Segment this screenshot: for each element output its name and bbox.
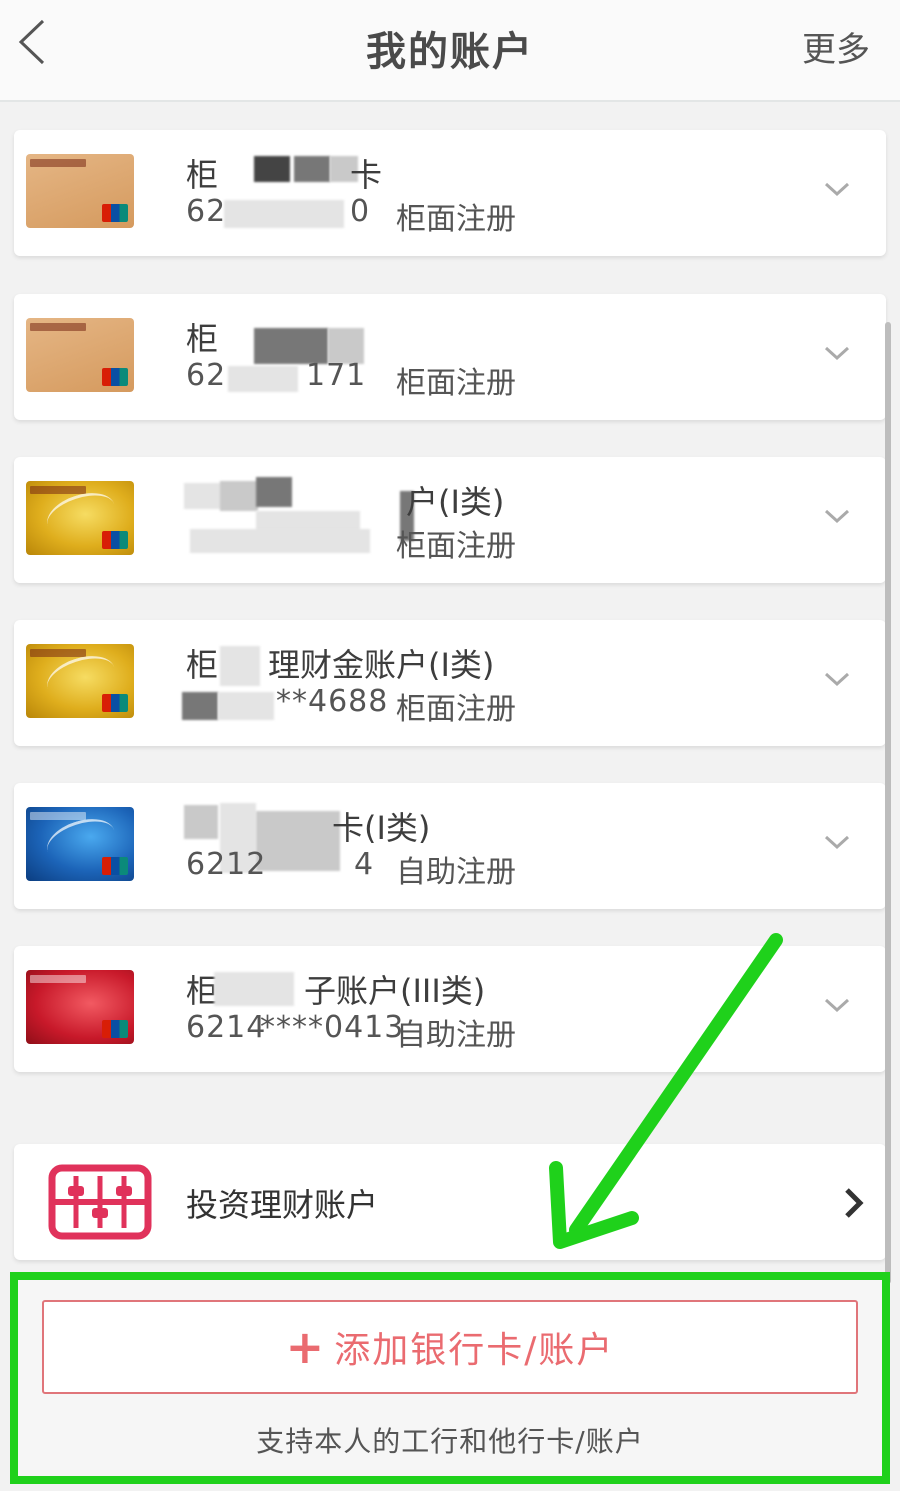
- card-registration: 柜面注册: [396, 366, 516, 401]
- card-number: 62: [186, 194, 227, 229]
- add-bank-card-button[interactable]: + 添加银行卡/账户: [42, 1300, 858, 1394]
- card-number-tail: 0: [350, 194, 371, 229]
- card-registration: 柜面注册: [396, 529, 516, 564]
- card-item-3[interactable]: 户(I类) 柜面注册: [14, 457, 886, 583]
- unionpay-logo: [102, 857, 128, 875]
- card-number-tail: ****0413: [260, 1010, 405, 1045]
- card-image: [26, 154, 134, 228]
- chevron-down-icon[interactable]: [822, 990, 852, 1020]
- card-number-tail: 171: [306, 358, 367, 393]
- investment-account-label: 投资理财账户: [186, 1186, 379, 1224]
- card-image: [26, 970, 134, 1044]
- more-button[interactable]: 更多: [802, 20, 870, 72]
- card-name-tail: 卡(I类): [332, 809, 431, 847]
- card-item-6[interactable]: 柜 子账户(III类) 6214 ****0413 自助注册: [14, 946, 886, 1072]
- card-registration: 自助注册: [396, 1018, 516, 1053]
- unionpay-logo: [102, 1020, 128, 1038]
- card-item-5[interactable]: 卡(I类) 6212 4 自助注册: [14, 783, 886, 909]
- card-name-tail: 子账户(III类): [304, 972, 486, 1010]
- card-item-4[interactable]: 柜 理财金账户(I类) **4688 柜面注册: [14, 620, 886, 746]
- card-number: 6212: [186, 847, 267, 882]
- card-image: [26, 481, 134, 555]
- card-number: 6214: [186, 1010, 267, 1045]
- unionpay-logo: [102, 531, 128, 549]
- chevron-down-icon[interactable]: [822, 174, 852, 204]
- chevron-down-icon[interactable]: [822, 664, 852, 694]
- chevron-down-icon[interactable]: [822, 338, 852, 368]
- abacus-icon: [48, 1164, 152, 1240]
- card-image: [26, 644, 134, 718]
- add-account-hint: 支持本人的工行和他行卡/账户: [256, 1425, 644, 1458]
- card-image: [26, 318, 134, 392]
- chevron-down-icon[interactable]: [822, 501, 852, 531]
- card-number-tail: 4: [354, 847, 375, 882]
- add-bank-card-label: 添加银行卡/账户: [334, 1330, 615, 1371]
- card-name-tail: 理财金账户(I类): [268, 646, 495, 684]
- add-account-section: + 添加银行卡/账户 支持本人的工行和他行卡/账户: [10, 1272, 890, 1484]
- unionpay-logo: [102, 694, 128, 712]
- plus-icon: +: [285, 1320, 327, 1374]
- card-registration: 柜面注册: [396, 692, 516, 727]
- unionpay-logo: [102, 204, 128, 222]
- card-number: 62: [186, 358, 227, 393]
- card-item-1[interactable]: 柜 卡 62 0 柜面注册: [14, 130, 886, 256]
- chevron-down-icon[interactable]: [822, 827, 852, 857]
- chevron-right-icon: [845, 1188, 864, 1218]
- investment-account-row[interactable]: 投资理财账户: [14, 1144, 886, 1260]
- card-name: 柜: [186, 156, 219, 194]
- card-number-tail: **4688: [276, 684, 389, 719]
- card-name: 柜: [186, 320, 219, 358]
- card-registration: 自助注册: [396, 855, 516, 890]
- card-name: 柜: [186, 646, 219, 684]
- card-image: [26, 807, 134, 881]
- page-title: 我的账户: [366, 29, 534, 75]
- scrollbar[interactable]: [885, 322, 891, 1284]
- app-header: 我的账户 更多: [0, 0, 900, 102]
- card-name-tail: 户(I类): [406, 483, 505, 521]
- card-registration: 柜面注册: [396, 202, 516, 237]
- card-name-tail: 卡: [350, 156, 383, 194]
- unionpay-logo: [102, 368, 128, 386]
- card-item-2[interactable]: 柜 62 171 柜面注册: [14, 294, 886, 420]
